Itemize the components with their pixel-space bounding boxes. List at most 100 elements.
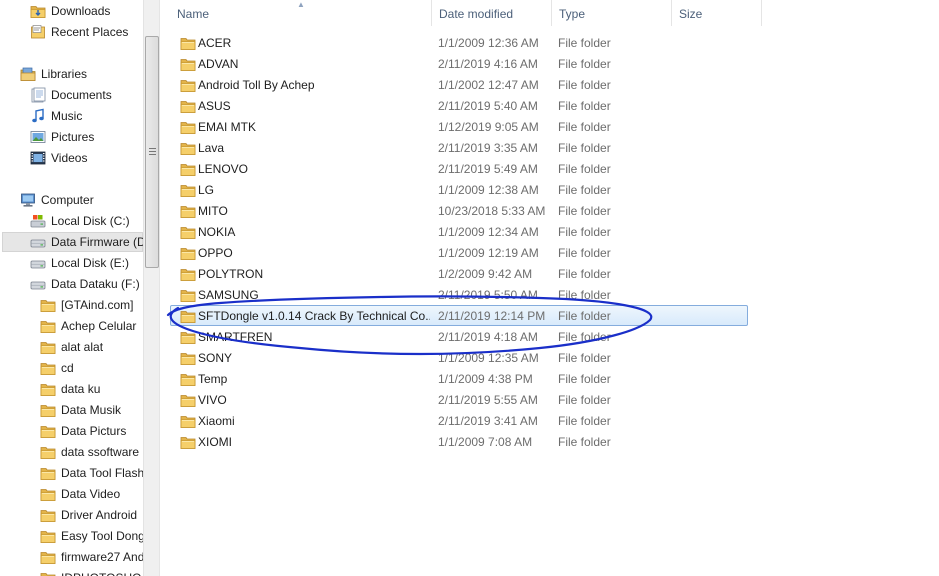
folder-icon — [40, 318, 56, 334]
file-row[interactable]: EMAI MTK 1/12/2019 9:05 AM File folder — [170, 116, 748, 137]
system-disk-icon — [30, 213, 46, 229]
nav-item[interactable]: Local Disk (C:) — [30, 211, 143, 231]
file-type: File folder — [558, 267, 611, 281]
folder-icon — [180, 182, 196, 198]
file-date-modified: 2/11/2019 5:40 AM — [438, 99, 538, 113]
file-date-modified: 2/11/2019 5:50 AM — [438, 288, 538, 302]
column-header-size[interactable]: Size — [672, 0, 762, 26]
folder-icon — [180, 308, 196, 324]
nav-item[interactable]: Data Video — [40, 484, 143, 504]
nav-item[interactable]: Local Disk (E:) — [30, 253, 143, 273]
file-row[interactable]: SONY 1/1/2009 12:35 AM File folder — [170, 347, 748, 368]
navigation-pane[interactable]: Downloads Recent Places Libraries Documents… — [0, 0, 143, 576]
nav-item[interactable]: firmware27 And — [40, 547, 143, 567]
nav-item[interactable]: Music — [30, 106, 143, 126]
file-row[interactable]: OPPO 1/1/2009 12:19 AM File folder — [170, 242, 748, 263]
file-row[interactable]: SAMSUNG 2/11/2019 5:50 AM File folder — [170, 284, 748, 305]
file-row[interactable]: Lava 2/11/2019 3:35 AM File folder — [170, 137, 748, 158]
file-type: File folder — [558, 225, 611, 239]
file-date-modified: 2/11/2019 4:16 AM — [438, 57, 538, 71]
file-row[interactable]: XIOMI 1/1/2009 7:08 AM File folder — [170, 431, 748, 452]
folder-icon — [40, 381, 56, 397]
file-type: File folder — [558, 372, 611, 386]
file-row[interactable]: ASUS 2/11/2019 5:40 AM File folder — [170, 95, 748, 116]
file-type: File folder — [558, 57, 611, 71]
file-name: SONY — [198, 351, 233, 365]
nav-item-label: Downloads — [51, 4, 111, 18]
file-row[interactable]: LENOVO 2/11/2019 5:49 AM File folder — [170, 158, 748, 179]
nav-item[interactable]: Achep Celular — [40, 316, 143, 336]
nav-item[interactable]: Data Picturs — [40, 421, 143, 441]
nav-item[interactable]: Recent Places — [30, 22, 143, 42]
file-name: VIVO — [198, 393, 227, 407]
nav-item[interactable]: alat alat — [40, 337, 143, 357]
folder-icon — [180, 161, 196, 177]
nav-item-label: Data Firmware (D — [51, 235, 143, 249]
file-type: File folder — [558, 246, 611, 260]
file-row[interactable]: LG 1/1/2009 12:38 AM File folder — [170, 179, 748, 200]
nav-item[interactable]: Driver Android — [40, 505, 143, 525]
file-row[interactable]: VIVO 2/11/2019 5:55 AM File folder — [170, 389, 748, 410]
nav-item[interactable]: Data Musik — [40, 400, 143, 420]
nav-item[interactable]: IDPHOTOSHO — [40, 568, 143, 576]
file-row[interactable]: ACER 1/1/2009 12:36 AM File folder — [170, 32, 748, 53]
drive-icon — [30, 276, 46, 292]
column-header-date[interactable]: Date modified — [432, 0, 552, 26]
nav-item-label: firmware27 And — [61, 550, 143, 564]
file-row[interactable]: MITO 10/23/2018 5:33 AM File folder — [170, 200, 748, 221]
file-name: NOKIA — [198, 225, 236, 239]
nav-item[interactable]: Libraries — [20, 64, 143, 84]
folder-icon — [40, 444, 56, 460]
nav-item-label: Recent Places — [51, 25, 129, 39]
nav-item[interactable]: data ssoftware — [40, 442, 143, 462]
nav-item[interactable]: Computer — [20, 190, 143, 210]
nav-item[interactable]: Data Tool Flash — [40, 463, 143, 483]
nav-item[interactable]: Documents — [30, 85, 143, 105]
file-type: File folder — [558, 309, 611, 323]
file-name: XIOMI — [198, 435, 233, 449]
folder-icon — [40, 360, 56, 376]
navigation-scrollbar-thumb[interactable] — [145, 36, 159, 268]
downloads-folder-icon — [30, 3, 46, 19]
nav-item[interactable]: Videos — [30, 148, 143, 168]
nav-item[interactable]: Pictures — [30, 127, 143, 147]
file-row[interactable]: NOKIA 1/1/2009 12:34 AM File folder — [170, 221, 748, 242]
file-name: POLYTRON — [198, 267, 264, 281]
file-type: File folder — [558, 435, 611, 449]
file-date-modified: 1/1/2009 12:34 AM — [438, 225, 539, 239]
file-row[interactable]: Xiaomi 2/11/2019 3:41 AM File folder — [170, 410, 748, 431]
folder-icon — [180, 413, 196, 429]
file-name: EMAI MTK — [198, 120, 257, 134]
file-row[interactable]: Android Toll By Achep 1/1/2002 12:47 AM Fi… — [170, 74, 748, 95]
nav-item[interactable]: Easy Tool Dong — [40, 526, 143, 546]
column-header-type[interactable]: Type — [552, 0, 672, 26]
file-row[interactable]: Temp 1/1/2009 4:38 PM File folder — [170, 368, 748, 389]
column-header-name-label: Name — [177, 7, 210, 21]
folder-icon — [40, 297, 56, 313]
nav-item-label: Achep Celular — [61, 319, 137, 333]
nav-item-label: data ku — [61, 382, 101, 396]
nav-item[interactable]: Data Dataku (F:) — [30, 274, 143, 294]
file-type: File folder — [558, 162, 611, 176]
pane-divider[interactable] — [159, 0, 160, 576]
nav-item-label: Data Tool Flash — [61, 466, 143, 480]
file-type: File folder — [558, 204, 611, 218]
file-type: File folder — [558, 36, 611, 50]
file-row[interactable]: ADVAN 2/11/2019 4:16 AM File folder — [170, 53, 748, 74]
nav-item[interactable]: Data Firmware (D — [2, 232, 143, 252]
file-name: MITO — [198, 204, 228, 218]
file-name: OPPO — [198, 246, 233, 260]
nav-item[interactable]: Downloads — [30, 1, 143, 21]
folder-icon — [180, 287, 196, 303]
file-row[interactable]: SFTDongle v1.0.14 Crack By Technical Co.… — [170, 305, 748, 326]
file-name: LG — [198, 183, 215, 197]
nav-item[interactable]: data ku — [40, 379, 143, 399]
nav-item[interactable]: [GTAind.com] — [40, 295, 143, 315]
nav-item[interactable]: cd — [40, 358, 143, 378]
navigation-scrollbar[interactable] — [143, 0, 159, 576]
file-date-modified: 1/1/2009 4:38 PM — [438, 372, 533, 386]
file-date-modified: 2/11/2019 4:18 AM — [438, 330, 538, 344]
nav-item-label: Easy Tool Dong — [61, 529, 143, 543]
file-row[interactable]: POLYTRON 1/2/2009 9:42 AM File folder — [170, 263, 748, 284]
file-row[interactable]: SMARTFREN 2/11/2019 4:18 AM File folder — [170, 326, 748, 347]
